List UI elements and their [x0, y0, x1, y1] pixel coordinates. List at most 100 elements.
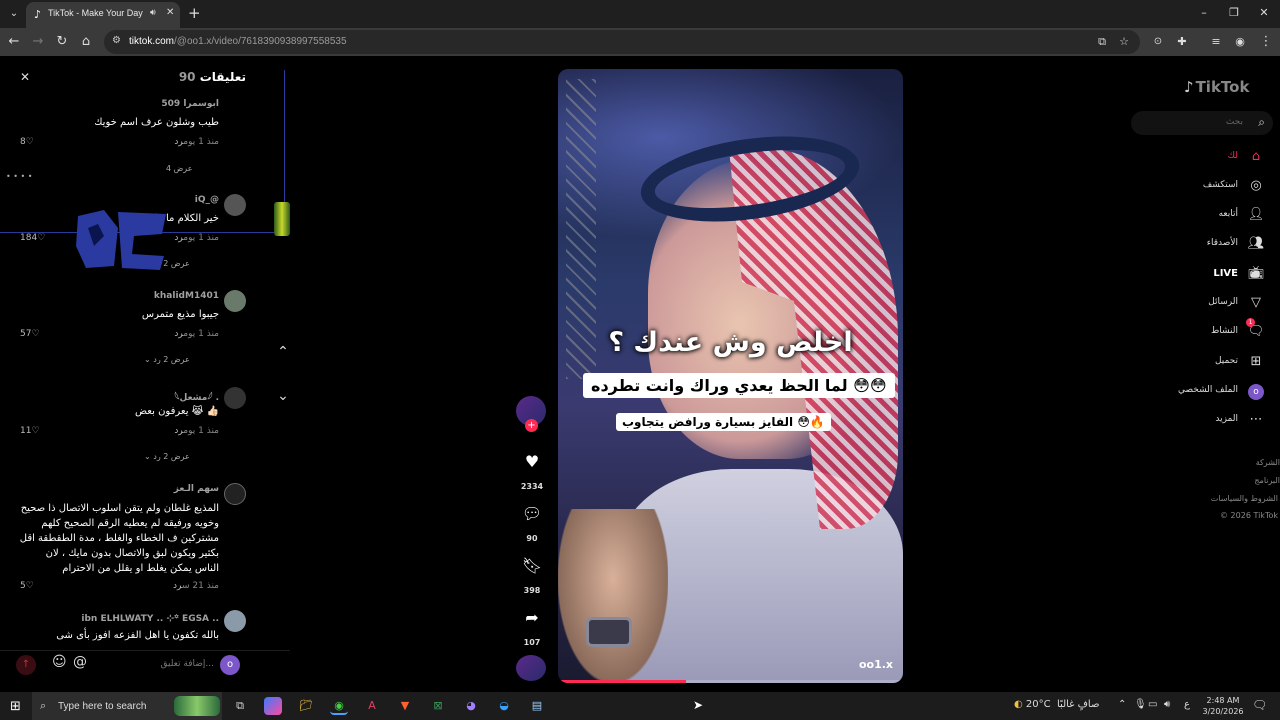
- back-icon[interactable]: ←: [6, 34, 22, 50]
- mention-icon[interactable]: @: [73, 654, 87, 670]
- minimize-button[interactable]: –: [1194, 6, 1214, 19]
- bookmark-star-icon[interactable]: ☆: [1116, 34, 1132, 50]
- tab-search-button[interactable]: ⌄: [5, 5, 23, 23]
- microphone-icon[interactable]: 🎙︎: [1134, 699, 1147, 710]
- notepad-icon[interactable]: ▤: [528, 697, 546, 715]
- view-replies[interactable]: عرض 4: [166, 164, 193, 173]
- view-replies[interactable]: ⌄ عرض 2 رد: [144, 452, 190, 461]
- media-icon[interactable]: ≡: [1208, 34, 1224, 50]
- live-icon: 📺︎: [1247, 266, 1265, 281]
- chrome-icon[interactable]: ◉: [330, 697, 348, 715]
- chevron-up-icon[interactable]: ⌃: [1118, 699, 1126, 710]
- reply-button[interactable]: رد: [174, 233, 183, 243]
- reply-button[interactable]: رد: [173, 581, 182, 591]
- previous-video-button[interactable]: ⌃: [273, 344, 293, 360]
- comment-user[interactable]: ibn ELHLWATY .. ⊹꙳ EGSA ..: [81, 611, 219, 624]
- comment-text: بالله تكفون يا اهل الفزعه افوز بأى شى: [56, 630, 219, 641]
- speaker-icon[interactable]: 🔊︎: [150, 8, 156, 18]
- emoji-icon[interactable]: ☺: [52, 654, 67, 670]
- footer-link[interactable]: الشروط والسياسات: [1211, 494, 1278, 503]
- footer-link[interactable]: الشركة: [1256, 458, 1280, 467]
- avatar[interactable]: [224, 194, 246, 216]
- close-comments-icon[interactable]: ✕: [20, 70, 30, 84]
- maximize-button[interactable]: ❐: [1224, 6, 1244, 19]
- comment-likes[interactable]: 184♡: [20, 233, 45, 243]
- extension-icon[interactable]: ⊙: [1150, 34, 1166, 50]
- site-info-icon[interactable]: ⚙: [112, 35, 121, 46]
- taskbar-search-placeholder: Type here to search: [58, 701, 147, 712]
- video-progress-bar[interactable]: [558, 680, 903, 683]
- comment-user[interactable]: سهم الـعز: [174, 484, 219, 494]
- music-disc-avatar[interactable]: [516, 655, 546, 681]
- windows-start-icon[interactable]: ⊞: [10, 699, 21, 714]
- app-a-icon[interactable]: A: [363, 697, 381, 715]
- brave-icon[interactable]: ▼: [396, 697, 414, 715]
- bookmark-icon[interactable]: 🔖︎: [514, 556, 550, 575]
- search-icon[interactable]: ⌕: [1258, 115, 1265, 130]
- comment-user[interactable]: 𓆩مشعل𓆪 .: [174, 388, 219, 403]
- discord-icon[interactable]: ◕: [462, 697, 480, 715]
- steam-icon[interactable]: ◒: [495, 697, 513, 715]
- sidebar-item-messages[interactable]: الرسائل ▽: [1150, 293, 1265, 315]
- view-replies[interactable]: ⌄ عرض 2 رد: [144, 355, 190, 364]
- comment-user[interactable]: khalidM1401: [154, 291, 219, 301]
- menu-dots-icon[interactable]: ⋮: [1258, 34, 1274, 50]
- profile-browser-icon[interactable]: ◉: [1232, 34, 1248, 50]
- avatar[interactable]: [224, 483, 246, 505]
- copilot-icon[interactable]: [264, 697, 282, 715]
- system-clock[interactable]: 2:48 AM 3/20/2026: [1198, 695, 1248, 717]
- network-icon[interactable]: ▭: [1148, 699, 1157, 710]
- sidebar-item-more[interactable]: المزيد ⋯: [1150, 410, 1265, 432]
- comment-likes[interactable]: 8♡: [20, 137, 34, 147]
- tab-strip: ⌄ ♪ TikTok - Make Your Day 🔊︎ ✕ + – ❐ ✕: [0, 0, 1280, 28]
- send-comment-button[interactable]: ↑: [16, 655, 36, 675]
- comment-likes[interactable]: 11♡: [20, 426, 40, 436]
- sidebar-item-friends[interactable]: الأصدقاء 👥︎: [1150, 234, 1265, 256]
- reply-button[interactable]: رد: [174, 137, 183, 147]
- sidebar-item-profile[interactable]: الملف الشخصي o: [1150, 381, 1265, 403]
- forward-icon[interactable]: →: [30, 34, 46, 50]
- comment-likes[interactable]: 57♡: [20, 329, 40, 339]
- weather-widget[interactable]: ◐ 20°C صافٍ غالبًا: [1014, 699, 1099, 710]
- heart-icon[interactable]: ♥: [514, 452, 550, 471]
- follow-button[interactable]: +: [525, 419, 538, 432]
- notifications-icon[interactable]: 🗨︎: [1252, 698, 1267, 712]
- close-tab-icon[interactable]: ✕: [166, 7, 174, 18]
- file-explorer-icon[interactable]: 📁︎: [297, 697, 315, 715]
- sidebar-item-activity[interactable]: النشاط 🗨︎ 1: [1150, 318, 1265, 344]
- reload-icon[interactable]: ↻: [54, 34, 70, 50]
- comment-input[interactable]: إضافة تعليق...: [160, 659, 214, 669]
- comment-icon[interactable]: 💬︎: [514, 504, 550, 523]
- new-tab-button[interactable]: +: [188, 4, 201, 22]
- sidebar-item-explore[interactable]: استكشف ◎: [1150, 176, 1265, 198]
- footer-link[interactable]: البرنامج: [1254, 476, 1280, 485]
- avatar[interactable]: [224, 387, 246, 409]
- install-app-icon[interactable]: ⧉: [1094, 34, 1110, 50]
- reply-button[interactable]: رد: [174, 329, 183, 339]
- search-input[interactable]: بحث ⌕: [1131, 111, 1273, 135]
- puzzle-icon[interactable]: ✚: [1174, 34, 1190, 50]
- avatar[interactable]: [224, 290, 246, 312]
- next-video-button[interactable]: ⌄: [273, 388, 293, 404]
- sidebar-item-live[interactable]: LIVE 📺︎: [1150, 264, 1265, 286]
- home-browser-icon[interactable]: ⌂: [78, 34, 94, 50]
- comment-user[interactable]: ابوسمرا 509: [161, 99, 219, 109]
- sidebar-item-upload[interactable]: تحميل ⊞: [1150, 352, 1265, 374]
- language-indicator[interactable]: ع: [1184, 699, 1190, 710]
- address-bar[interactable]: ⚙ tiktok.com/@oo1.x/video/76183909389975…: [104, 30, 1140, 54]
- comment-likes[interactable]: 5♡: [20, 581, 34, 591]
- reply-button[interactable]: رد: [174, 426, 183, 436]
- taskbar-search[interactable]: ⌕ Type here to search: [32, 692, 222, 720]
- sidebar-item-foryou[interactable]: لك ⌂: [1150, 147, 1265, 169]
- tab-tiktok[interactable]: ♪ TikTok - Make Your Day 🔊︎ ✕: [26, 2, 180, 28]
- close-window-button[interactable]: ✕: [1254, 6, 1274, 19]
- share-icon[interactable]: ➦: [514, 608, 550, 627]
- task-view-icon[interactable]: ⧉: [231, 697, 249, 715]
- sidebar-item-following[interactable]: أتابعه 👤︎: [1150, 205, 1265, 227]
- comment-user[interactable]: iQ_@: [195, 195, 219, 205]
- excel-icon[interactable]: ⊠: [429, 697, 447, 715]
- video-player[interactable]: اخلص وش عندك ؟ لما الحظ يعدي وراك وانت ت…: [558, 69, 903, 683]
- avatar[interactable]: [224, 610, 246, 632]
- tiktok-logo[interactable]: ♪ TikTok: [1184, 78, 1249, 96]
- volume-icon[interactable]: 🔊︎: [1164, 699, 1170, 710]
